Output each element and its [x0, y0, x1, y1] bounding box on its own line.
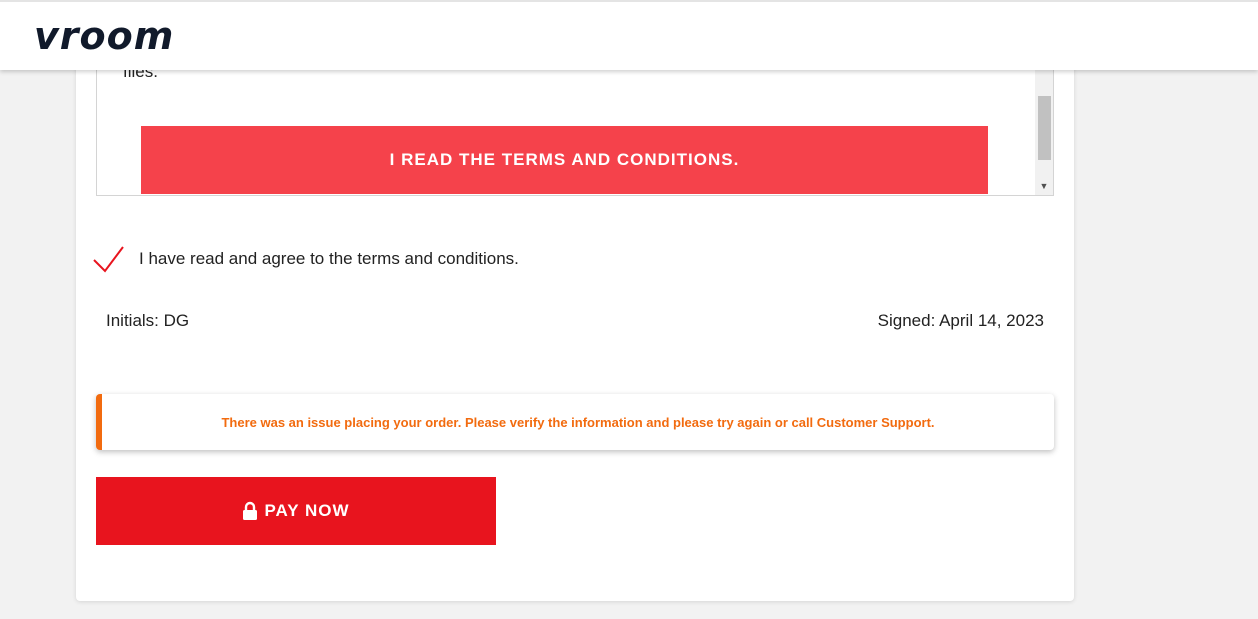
- checkout-card: files. I READ THE TERMS AND CONDITIONS. …: [76, 40, 1074, 601]
- scroll-down-arrow-icon[interactable]: ▼: [1035, 181, 1053, 191]
- agree-label: I have read and agree to the terms and c…: [139, 249, 519, 268]
- checkmark-icon[interactable]: [92, 244, 126, 274]
- pay-now-label: PAY NOW: [264, 501, 350, 520]
- site-header: vroom: [0, 0, 1258, 70]
- initials-text: Initials: DG: [106, 311, 190, 330]
- vroom-logo[interactable]: vroom: [34, 12, 174, 60]
- pay-now-button[interactable]: PAY NOW: [96, 477, 496, 545]
- read-terms-button[interactable]: I READ THE TERMS AND CONDITIONS.: [141, 126, 988, 194]
- scrollbar-thumb[interactable]: [1038, 96, 1051, 160]
- signed-date-text: Signed: April 14, 2023: [877, 311, 1044, 330]
- lock-icon: [243, 501, 258, 520]
- alert-message: There was an issue placing your order. P…: [221, 414, 935, 430]
- order-error-alert: There was an issue placing your order. P…: [96, 394, 1054, 450]
